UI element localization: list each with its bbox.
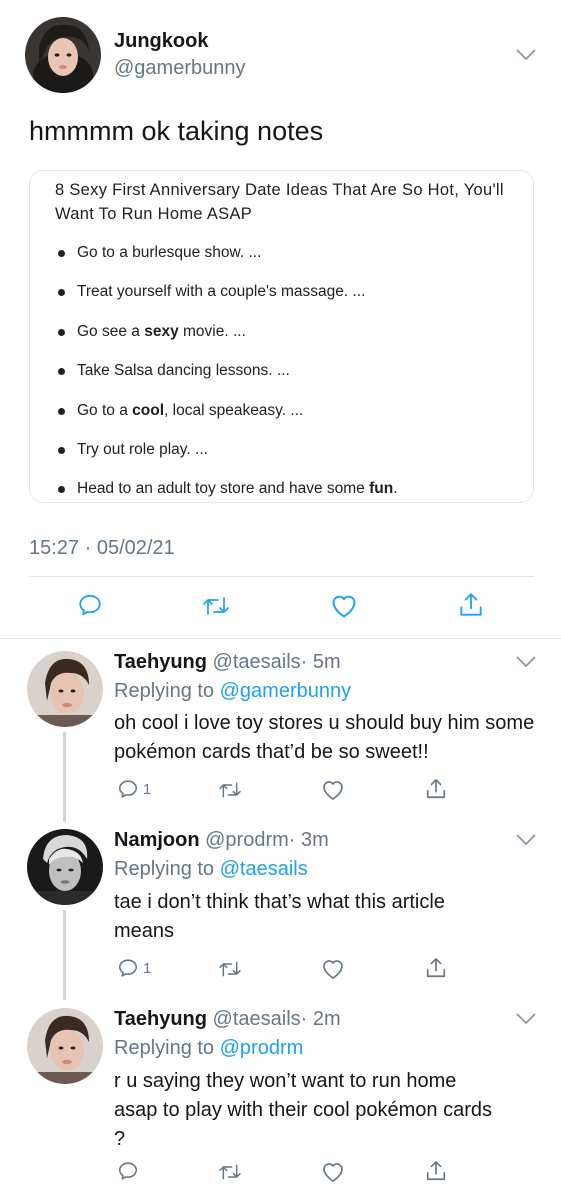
replying-to: Replying to @gamerbunny	[114, 680, 352, 702]
link-card[interactable]: 8 Sexy First Anniversary Date Ideas That…	[29, 170, 534, 503]
reply-author-name[interactable]: Taehyung	[114, 651, 207, 673]
reply-tweet[interactable]: Taehyung @taesails· 5m Replying to @game…	[0, 640, 561, 820]
share-button[interactable]	[425, 777, 447, 801]
reply-button[interactable]: 1	[117, 957, 151, 979]
reply-header: Namjoon @prodrm· 3m	[114, 829, 329, 852]
divider	[0, 638, 561, 639]
reply-time: · 2m	[300, 1008, 341, 1030]
reply-author-handle[interactable]: @prodrm	[205, 829, 289, 851]
reply-text: oh cool i love toy stores u should buy h…	[114, 712, 535, 763]
retweet-icon	[219, 1164, 241, 1180]
avatar-taehyung[interactable]	[27, 651, 103, 727]
card-list-item: Head to an adult toy store and have some…	[55, 475, 398, 502]
share-icon	[460, 593, 482, 616]
reply-author-name[interactable]: Namjoon	[114, 829, 200, 851]
like-icon	[323, 781, 343, 800]
reply-author-name[interactable]: Taehyung	[114, 1008, 207, 1030]
reply-header: Taehyung @taesails· 2m	[114, 1008, 341, 1031]
reply-text: tae i don’t think that’s what this artic…	[114, 891, 445, 942]
tweet-timestamp: 15:27 · 05/02/21	[29, 537, 175, 559]
replying-to-link[interactable]: @prodrm	[220, 1037, 304, 1059]
card-list-item: Treat yourself with a couple's massage. …	[55, 278, 398, 317]
reply-button[interactable]	[77, 592, 103, 618]
divider	[29, 576, 534, 577]
share-button[interactable]	[425, 956, 447, 980]
card-list-item: Go to a burlesque show. ...	[55, 239, 398, 278]
card-list: Go to a burlesque show. ... Treat yourse…	[55, 239, 398, 502]
avatar-namjoon[interactable]	[27, 829, 103, 905]
like-button[interactable]	[321, 779, 345, 801]
author-name[interactable]: Jungkook	[114, 30, 208, 53]
reply-button[interactable]	[117, 1160, 139, 1182]
author-handle[interactable]: @gamerbunny	[114, 57, 245, 80]
reply-text: r u saying they won’t want to run home a…	[114, 1070, 492, 1150]
reply-icon	[79, 594, 101, 616]
reply-icon	[118, 780, 138, 798]
card-list-item: Go see a sexy movie. ...	[55, 318, 398, 357]
reply-author-handle[interactable]: @taesails	[213, 651, 301, 673]
tweet-text: hmmmm ok taking notes	[29, 116, 324, 146]
card-list-item: Go to a cool, local speakeasy. ...	[55, 397, 398, 436]
main-tweet: Jungkook @gamerbunny hmmmm ok taking not…	[0, 0, 561, 640]
reply-tweet[interactable]: Namjoon @prodrm· 3m Replying to @taesail…	[0, 818, 561, 998]
reply-tweet[interactable]: Taehyung @taesails· 2m Replying to @prod…	[0, 997, 561, 1200]
retweet-button[interactable]	[218, 959, 242, 979]
share-button[interactable]	[458, 591, 484, 619]
reply-author-handle[interactable]: @taesails	[213, 1008, 301, 1030]
replying-to-link[interactable]: @taesails	[220, 858, 308, 880]
retweet-button[interactable]	[218, 780, 242, 800]
like-button[interactable]	[321, 1161, 345, 1183]
chevron-down-icon[interactable]	[515, 1012, 537, 1026]
card-title: 8 Sexy First Anniversary Date Ideas That…	[55, 181, 504, 223]
like-icon	[323, 1163, 343, 1182]
reply-count: 1	[143, 780, 152, 798]
reply-count: 1	[143, 959, 152, 977]
replying-to: Replying to @prodrm	[114, 1037, 304, 1059]
card-list-item: Try out role play. ...	[55, 436, 398, 475]
share-icon	[426, 958, 446, 978]
avatar-jungkook[interactable]	[25, 17, 101, 93]
avatar-taehyung[interactable]	[27, 1008, 103, 1084]
replying-to: Replying to @taesails	[114, 858, 308, 880]
retweet-button[interactable]	[218, 1162, 242, 1182]
reply-time: · 5m	[300, 651, 341, 673]
share-icon	[426, 779, 446, 799]
chevron-down-icon[interactable]	[515, 655, 537, 669]
share-button[interactable]	[425, 1159, 447, 1183]
reply-header: Taehyung @taesails· 5m	[114, 651, 341, 674]
replying-to-link[interactable]: @gamerbunny	[220, 680, 351, 702]
reply-time: · 3m	[288, 829, 329, 851]
like-button[interactable]	[330, 593, 358, 619]
retweet-icon	[219, 961, 241, 977]
retweet-icon	[219, 782, 241, 798]
retweet-button[interactable]	[202, 594, 230, 618]
reply-icon	[118, 1162, 138, 1180]
like-button[interactable]	[321, 958, 345, 980]
reply-icon	[118, 959, 138, 977]
card-list-item: Take Salsa dancing lessons. ...	[55, 357, 398, 396]
like-icon	[332, 595, 356, 618]
like-icon	[323, 960, 343, 979]
share-icon	[426, 1161, 446, 1181]
chevron-down-icon[interactable]	[515, 833, 537, 847]
reply-button[interactable]: 1	[117, 778, 151, 800]
retweet-icon	[203, 597, 229, 615]
chevron-down-icon[interactable]	[515, 48, 537, 62]
